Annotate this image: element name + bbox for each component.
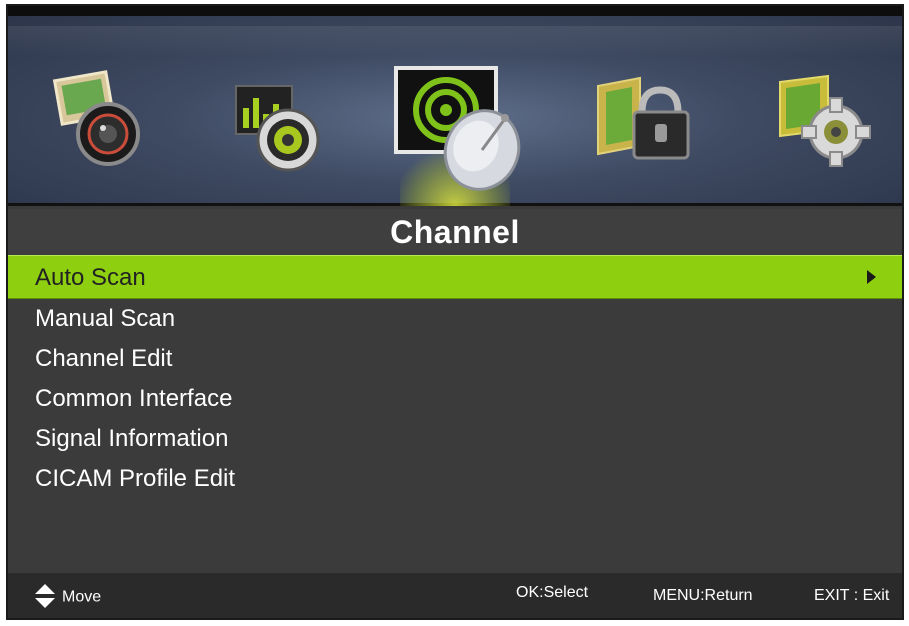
menu-item-label: Channel Edit [35, 345, 173, 372]
menu-item-manual-scan[interactable]: Manual Scan [8, 299, 902, 339]
menu-icon-strip [8, 16, 902, 206]
menu-item-channel-edit[interactable]: Channel Edit [8, 339, 902, 379]
menu-item-label: Manual Scan [35, 305, 176, 332]
picture-icon[interactable] [46, 64, 156, 174]
menu-item-signal-information[interactable]: Signal Information [8, 419, 902, 459]
sound-icon[interactable] [226, 68, 336, 178]
top-border [8, 6, 902, 16]
osd-menu-window: Channel Auto Scan Manual Scan Channel Ed… [6, 4, 904, 620]
menu-title-bar: Channel [8, 209, 902, 255]
menu-item-cicam-profile-edit[interactable]: CICAM Profile Edit [8, 459, 902, 499]
menu-item-label: Signal Information [35, 425, 229, 452]
menu-return-hint: MENU:Return [653, 587, 753, 604]
page-title: Channel [390, 214, 520, 250]
channel-icon[interactable] [384, 54, 534, 204]
menu-item-auto-scan[interactable]: Auto Scan [8, 255, 902, 299]
ok-hint: OK:Select [516, 584, 589, 601]
channel-menu-list: Auto Scan Manual Scan Channel Edit Commo… [8, 255, 902, 577]
key-hint-bar: Move OK:Select MENU:Return EXIT : Exit [8, 573, 902, 618]
menu-item-label: Auto Scan [35, 264, 146, 291]
menu-item-label: CICAM Profile Edit [35, 465, 236, 492]
exit-hint: EXIT : Exit [814, 587, 890, 604]
setup-icon[interactable] [772, 68, 882, 178]
menu-item-label: Common Interface [35, 385, 233, 412]
move-hint: Move [34, 583, 102, 609]
chevron-right-icon [867, 270, 876, 284]
up-down-arrows-icon [34, 583, 56, 609]
move-hint-label: Move [62, 588, 102, 606]
lock-icon[interactable] [588, 68, 698, 178]
menu-item-common-interface[interactable]: Common Interface [8, 379, 902, 419]
